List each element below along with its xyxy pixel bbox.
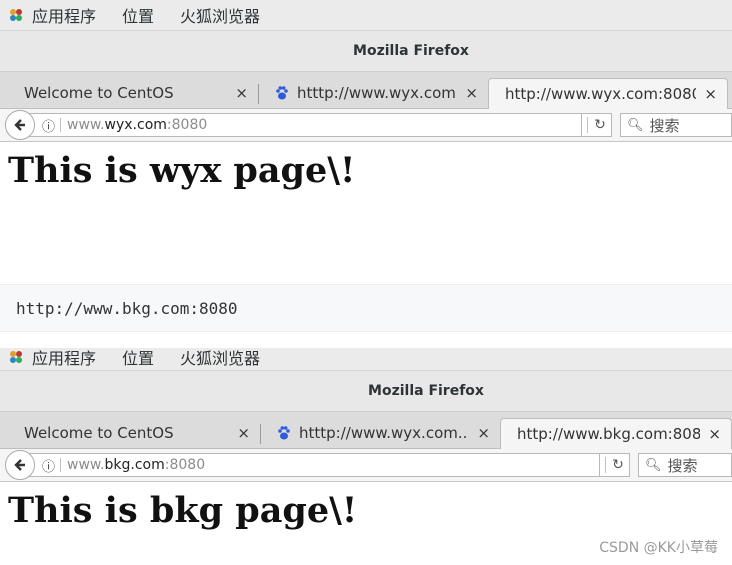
places-menu[interactable]: 位置 — [122, 3, 154, 27]
tab-close-icon[interactable]: × — [704, 85, 717, 103]
places-label: 位置 — [122, 7, 155, 26]
tab-close-icon[interactable]: × — [465, 84, 478, 102]
gnome-apps-icon — [10, 9, 22, 21]
url-domain: wyx.com — [104, 117, 167, 133]
navigation-toolbar: ⓘ www. bkg.com:8080 ↻ 🔍︎ 搜索 — [0, 449, 732, 482]
navigation-toolbar: ⓘ www. wyx.com:8080 ↻ 🔍︎ 搜索 — [0, 109, 732, 142]
search-field[interactable]: 🔍︎ 搜索 — [620, 113, 732, 137]
reload-divider — [587, 117, 589, 133]
url-port: :8080 — [164, 457, 206, 473]
tab-close-icon[interactable]: × — [708, 425, 721, 443]
tab-wyx-8080-active[interactable]: http://www.wyx.com:8080/ × — [488, 78, 728, 109]
page-heading: This is bkg page\! — [8, 490, 358, 531]
url-prefix: www. — [67, 117, 105, 133]
window-title: Mozilla Firefox — [353, 43, 469, 59]
url-bar[interactable]: ⓘ www. bkg.com:8080 — [27, 453, 600, 477]
back-arrow-icon[interactable] — [5, 110, 35, 140]
reload-button[interactable]: ↻ — [582, 113, 612, 137]
tab-bkg-8080-active[interactable]: http://www.bkg.com:8080/ × — [500, 418, 732, 449]
url-separator — [60, 458, 62, 472]
firefox-label: 火狐浏览器 — [180, 349, 261, 368]
tab-close-icon[interactable]: × — [477, 424, 490, 442]
reload-divider — [605, 457, 607, 473]
tab-wyx-baidu[interactable]: htttp://www.wyx.com... × — [260, 418, 500, 448]
firefox-menu[interactable]: 火狐浏览器 — [180, 348, 260, 369]
search-icon: 🔍︎ — [627, 117, 644, 133]
firefox-label: 火狐浏览器 — [180, 7, 261, 26]
tab-close-icon[interactable]: × — [235, 84, 248, 102]
info-icon[interactable]: ⓘ — [42, 116, 55, 135]
baidu-paw-icon — [278, 426, 290, 440]
tab-label: Welcome to CentOS — [24, 84, 174, 102]
tab-label: http://www.wyx.com:8080/ — [505, 85, 697, 103]
search-icon: 🔍︎ — [645, 457, 662, 473]
tab-label: Welcome to CentOS — [24, 424, 174, 442]
back-arrow-icon[interactable] — [5, 450, 35, 480]
url-prefix: www. — [67, 457, 105, 473]
gnome-top-bar: 应用程序 位置 火狐浏览器 — [0, 348, 732, 371]
tab-wyx-baidu[interactable]: htttp://www.wyx.com... × — [258, 78, 488, 108]
tab-label: http://www.bkg.com:8080/ — [517, 425, 701, 443]
gnome-apps-icon — [10, 351, 22, 363]
tab-strip: Welcome to CentOS × htttp://www.wyx.com.… — [0, 72, 732, 109]
reload-icon: ↻ — [594, 117, 606, 133]
tab-welcome-centos[interactable]: Welcome to CentOS × — [8, 78, 258, 108]
url-bar[interactable]: ⓘ www. wyx.com:8080 — [27, 113, 582, 137]
applications-label: 应用程序 — [32, 7, 97, 26]
tab-welcome-centos[interactable]: Welcome to CentOS × — [8, 418, 260, 448]
search-placeholder: 搜索 — [667, 456, 698, 475]
search-field[interactable]: 🔍︎ 搜索 — [638, 453, 732, 477]
applications-menu[interactable]: 应用程序 — [8, 348, 96, 369]
baidu-paw-icon — [276, 86, 288, 100]
url-separator — [60, 118, 62, 132]
reload-icon: ↻ — [612, 457, 624, 473]
tab-label: htttp://www.wyx.com... — [297, 84, 458, 102]
applications-label: 应用程序 — [32, 349, 97, 368]
url-domain: bkg.com — [104, 457, 165, 473]
applications-menu[interactable]: 应用程序 — [8, 3, 96, 27]
code-line: http://www.bkg.com:8080 — [16, 298, 238, 318]
csdn-watermark: CSDN @KK小草莓 — [599, 540, 718, 556]
firefox-screenshot-wyx: 应用程序 位置 火狐浏览器 Mozilla Firefox Welcome to… — [0, 0, 732, 215]
code-block: http://www.bkg.com:8080 — [0, 284, 732, 332]
places-menu[interactable]: 位置 — [122, 348, 154, 369]
url-port: :8080 — [166, 117, 208, 133]
page-heading: This is wyx page\! — [8, 150, 356, 191]
info-icon[interactable]: ⓘ — [42, 456, 55, 475]
reload-button[interactable]: ↻ — [600, 453, 630, 477]
search-placeholder: 搜索 — [649, 116, 680, 135]
tab-label: htttp://www.wyx.com... — [299, 424, 470, 442]
firefox-screenshot-bkg: 应用程序 位置 火狐浏览器 Mozilla Firefox Welcome to… — [0, 348, 732, 565]
window-titlebar: Mozilla Firefox — [0, 371, 732, 412]
tab-close-icon[interactable]: × — [237, 424, 250, 442]
window-title: Mozilla Firefox — [368, 383, 484, 399]
gnome-top-bar: 应用程序 位置 火狐浏览器 — [0, 0, 732, 31]
firefox-menu[interactable]: 火狐浏览器 — [180, 3, 260, 27]
tab-strip: Welcome to CentOS × htttp://www.wyx.com.… — [0, 412, 732, 449]
places-label: 位置 — [122, 349, 155, 368]
window-titlebar: Mozilla Firefox — [0, 31, 732, 72]
